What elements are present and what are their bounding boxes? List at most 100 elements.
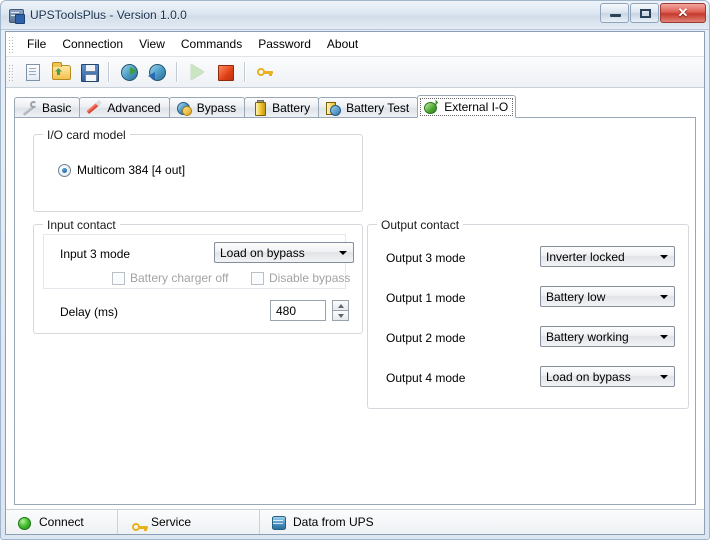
battery-charger-off-checkbox-row[interactable]: Battery charger off	[112, 271, 229, 285]
save-icon	[81, 64, 99, 82]
client-area: File Connection View Commands Password A…	[5, 31, 705, 535]
toolbar-separator	[244, 62, 246, 82]
toolbar-gripper-icon[interactable]	[8, 63, 14, 81]
chevron-down-icon	[657, 327, 674, 346]
output-contact-group-title: Output contact	[377, 218, 464, 232]
disable-bypass-label: Disable bypass	[269, 271, 351, 285]
tab-bypass-label: Bypass	[196, 100, 237, 115]
delay-stepper[interactable]: 480	[270, 300, 349, 321]
minimize-button[interactable]	[600, 3, 629, 23]
menu-item-file[interactable]: File	[19, 33, 54, 55]
input-3-mode-combobox[interactable]: Load on bypass	[214, 242, 354, 263]
delay-decrement-button[interactable]	[332, 311, 349, 321]
play-icon	[191, 64, 204, 80]
menu-item-about[interactable]: About	[319, 33, 366, 55]
radio-multicom-384[interactable]	[58, 163, 71, 177]
external-io-icon	[423, 99, 439, 115]
tab-battery-label: Battery	[272, 100, 311, 115]
key-icon	[257, 65, 273, 79]
output-3-mode-value: Inverter locked	[546, 249, 625, 264]
menu-item-commands[interactable]: Commands	[173, 33, 250, 55]
disconnect-network-button[interactable]	[145, 60, 169, 84]
toolbar-separator	[176, 62, 178, 82]
chevron-down-icon	[657, 287, 674, 306]
status-panel-service[interactable]: Service	[118, 510, 260, 534]
radio-multicom-384-label: Multicom 384 [4 out]	[77, 163, 186, 177]
stop-icon	[218, 65, 234, 81]
minimize-icon	[610, 14, 621, 17]
maximize-icon	[640, 9, 651, 18]
connect-network-icon	[121, 64, 138, 81]
disable-bypass-checkbox-row[interactable]: Disable bypass	[251, 271, 350, 285]
status-connect-label: Connect	[39, 515, 84, 529]
battery-charger-off-checkbox[interactable]	[112, 271, 125, 285]
battery-icon	[251, 99, 267, 116]
window-title: UPSToolsPlus - Version 1.0.0	[30, 8, 187, 22]
tab-advanced[interactable]: Advanced	[79, 97, 170, 117]
output-2-mode-value: Battery working	[546, 329, 629, 344]
tab-battery[interactable]: Battery	[244, 97, 320, 117]
disconnect-network-icon	[148, 64, 166, 81]
tab-external-io[interactable]: External I-O	[417, 95, 517, 118]
tab-strip: Basic Advanced Bypass Battery Battery Te…	[14, 95, 704, 118]
tab-page-external-io: I/O card model Multicom 384 [4 out] Inpu…	[14, 117, 696, 505]
input-3-mode-label: Input 3 mode	[60, 247, 131, 261]
bypass-icon	[176, 100, 192, 116]
output-4-mode-value: Load on bypass	[546, 369, 631, 384]
chevron-down-icon	[657, 367, 674, 386]
ups-app-icon	[8, 7, 25, 24]
disable-bypass-checkbox[interactable]	[251, 271, 264, 285]
menu-bar: File Connection View Commands Password A…	[6, 32, 704, 57]
output-3-mode-combobox[interactable]: Inverter locked	[540, 246, 675, 267]
tab-external-io-label: External I-O	[444, 99, 509, 114]
tab-battery-test[interactable]: Battery Test	[318, 97, 419, 117]
new-document-icon	[26, 64, 40, 81]
title-bar: UPSToolsPlus - Version 1.0.0 ✕	[1, 1, 709, 30]
io-card-model-group-title: I/O card model	[43, 128, 130, 142]
tab-advanced-label: Advanced	[107, 100, 161, 115]
menu-item-view[interactable]: View	[131, 33, 173, 55]
database-icon	[270, 514, 286, 530]
input-contact-group: Input contact Input 3 mode Load on bypas…	[33, 218, 363, 334]
output-3-mode-label: Output 3 mode	[386, 251, 466, 265]
wrench-icon	[21, 100, 37, 116]
tab-bypass[interactable]: Bypass	[168, 97, 246, 117]
open-folder-button[interactable]	[49, 60, 73, 84]
output-2-mode-combobox[interactable]: Battery working	[540, 326, 675, 347]
output-contact-group: Output contact Output 3 mode Inverter lo…	[367, 218, 689, 409]
tab-basic[interactable]: Basic	[14, 97, 81, 117]
connect-network-button[interactable]	[117, 60, 141, 84]
menu-item-connection[interactable]: Connection	[54, 33, 131, 55]
io-card-model-group: I/O card model Multicom 384 [4 out]	[33, 128, 363, 212]
key-icon	[132, 519, 148, 535]
io-card-model-option[interactable]: Multicom 384 [4 out]	[58, 163, 185, 177]
status-data-from-ups-label: Data from UPS	[293, 515, 374, 529]
chevron-down-icon	[336, 243, 353, 262]
status-bar: Connect Service Data from UPS	[6, 509, 704, 534]
maximize-button[interactable]	[630, 3, 659, 23]
delay-increment-button[interactable]	[332, 300, 349, 311]
application-window: UPSToolsPlus - Version 1.0.0 ✕ File Conn…	[0, 0, 710, 540]
output-4-mode-combobox[interactable]: Load on bypass	[540, 366, 675, 387]
menu-gripper-icon[interactable]	[8, 35, 14, 53]
input-3-mode-value: Load on bypass	[220, 245, 305, 260]
output-1-mode-label: Output 1 mode	[386, 291, 466, 305]
close-button[interactable]: ✕	[660, 3, 706, 23]
stop-button[interactable]	[213, 60, 237, 84]
output-2-mode-label: Output 2 mode	[386, 331, 466, 345]
output-1-mode-value: Battery low	[546, 289, 606, 304]
tab-basic-label: Basic	[42, 100, 72, 115]
menu-item-password[interactable]: Password	[250, 33, 319, 55]
output-4-mode-label: Output 4 mode	[386, 371, 466, 385]
delay-input[interactable]: 480	[270, 300, 326, 321]
play-button[interactable]	[185, 60, 209, 84]
output-1-mode-combobox[interactable]: Battery low	[540, 286, 675, 307]
new-document-button[interactable]	[21, 60, 45, 84]
status-panel-data-from-ups[interactable]: Data from UPS	[260, 510, 704, 534]
open-folder-icon	[52, 62, 71, 80]
status-panel-connect[interactable]: Connect	[6, 510, 118, 534]
key-button[interactable]	[253, 60, 277, 84]
save-button[interactable]	[77, 60, 101, 84]
close-icon: ✕	[677, 5, 689, 20]
input-contact-group-title: Input contact	[43, 218, 120, 232]
